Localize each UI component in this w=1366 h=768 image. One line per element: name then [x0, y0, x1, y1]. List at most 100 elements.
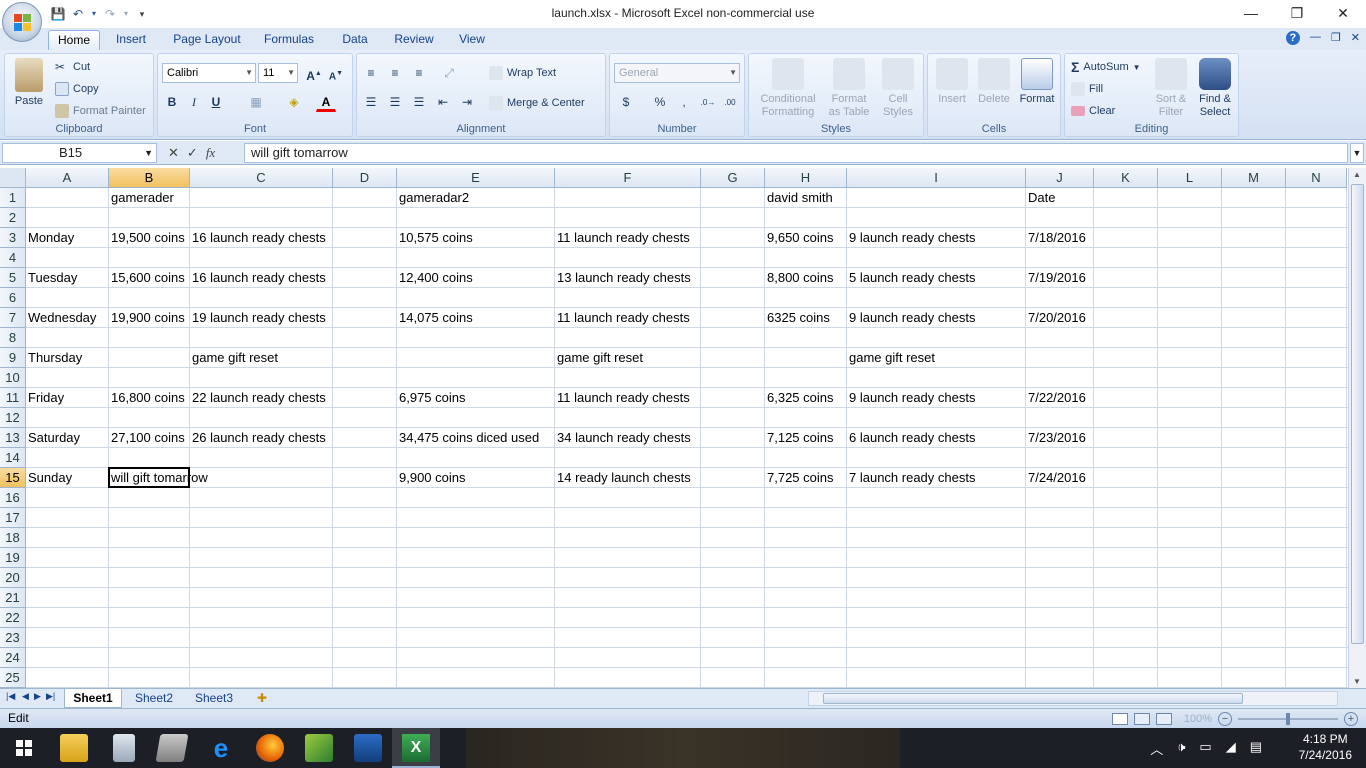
- cell-e1[interactable]: gameradar2: [397, 188, 555, 208]
- cell-c3[interactable]: 16 launch ready chests: [190, 228, 333, 248]
- font-color-icon[interactable]: A: [316, 92, 336, 112]
- cell-j11[interactable]: 7/22/2016: [1026, 388, 1094, 408]
- cell-a11[interactable]: Friday: [26, 388, 109, 408]
- row-header-8[interactable]: 8: [0, 328, 26, 348]
- orientation-icon[interactable]: ⤢: [439, 63, 459, 83]
- cell-f13[interactable]: 34 launch ready chests: [555, 428, 701, 448]
- row-header-11[interactable]: 11: [0, 388, 26, 408]
- cell-b1[interactable]: gamerader: [109, 188, 190, 208]
- row-header-3[interactable]: 3: [0, 228, 26, 248]
- network-icon[interactable]: ◢: [1226, 739, 1236, 758]
- decrease-decimal-icon[interactable]: .00: [720, 92, 740, 112]
- horizontal-scroll-thumb[interactable]: [823, 693, 1243, 704]
- wrap-text-button[interactable]: Wrap Text: [489, 64, 556, 82]
- cell-styles-button[interactable]: Cell Styles: [875, 58, 921, 119]
- office-button[interactable]: [2, 2, 42, 42]
- cell-e7[interactable]: 14,075 coins: [397, 308, 555, 328]
- cell-c5[interactable]: 16 launch ready chests: [190, 268, 333, 288]
- cell-h11[interactable]: 6,325 coins: [765, 388, 847, 408]
- zoom-out-icon[interactable]: −: [1218, 712, 1232, 726]
- cell-e3[interactable]: 10,575 coins: [397, 228, 555, 248]
- decrease-indent-icon[interactable]: ⇤: [433, 92, 453, 112]
- task-manager-icon[interactable]: [354, 734, 382, 762]
- cell-j15[interactable]: 7/24/2016: [1026, 468, 1094, 488]
- ribbon-minimize-icon[interactable]: —: [1310, 31, 1321, 45]
- format-as-table-button[interactable]: Format as Table: [823, 58, 875, 119]
- cell-a5[interactable]: Tuesday: [26, 268, 109, 288]
- row-header-15[interactable]: 15: [0, 468, 26, 488]
- align-center-icon[interactable]: ☰: [385, 92, 405, 112]
- column-header-m[interactable]: M: [1222, 168, 1286, 188]
- expand-formula-bar-icon[interactable]: ▼: [1350, 143, 1364, 163]
- cell-c11[interactable]: 22 launch ready chests: [190, 388, 333, 408]
- cell-a13[interactable]: Saturday: [26, 428, 109, 448]
- close-button[interactable]: ✕: [1320, 0, 1366, 28]
- underline-button[interactable]: U: [206, 92, 226, 112]
- cell-b15[interactable]: will gift tomarrow: [109, 468, 208, 488]
- restore-button[interactable]: ❐: [1274, 0, 1320, 28]
- cell-j1[interactable]: Date: [1026, 188, 1094, 208]
- row-header-18[interactable]: 18: [0, 528, 26, 548]
- column-header-a[interactable]: A: [26, 168, 109, 188]
- number-format-box[interactable]: General ▼: [614, 63, 740, 83]
- column-header-j[interactable]: J: [1026, 168, 1094, 188]
- insert-function-button[interactable]: fx: [206, 145, 215, 161]
- row-header-12[interactable]: 12: [0, 408, 26, 428]
- merge-center-button[interactable]: Merge & Center: [489, 94, 585, 112]
- row-header-23[interactable]: 23: [0, 628, 26, 648]
- action-center-icon[interactable]: ▤: [1250, 739, 1262, 758]
- ribbon-restore-icon[interactable]: ❐: [1331, 31, 1341, 45]
- tab-data[interactable]: Data: [334, 30, 376, 50]
- tab-formulas[interactable]: Formulas: [258, 30, 320, 50]
- column-header-f[interactable]: F: [555, 168, 701, 188]
- cell-a15[interactable]: Sunday: [26, 468, 109, 488]
- row-header-5[interactable]: 5: [0, 268, 26, 288]
- sort-filter-button[interactable]: Sort & Filter: [1149, 58, 1193, 119]
- cell-b13[interactable]: 27,100 coins: [109, 428, 190, 448]
- cell-c13[interactable]: 26 launch ready chests: [190, 428, 333, 448]
- name-box[interactable]: B15 ▼: [2, 143, 157, 163]
- notepad-icon[interactable]: [155, 734, 189, 762]
- format-button[interactable]: Format: [1014, 58, 1060, 106]
- horizontal-scrollbar[interactable]: [808, 691, 1338, 706]
- enter-entry-icon[interactable]: ✓: [187, 145, 198, 161]
- row-header-13[interactable]: 13: [0, 428, 26, 448]
- start-button[interactable]: [0, 728, 48, 768]
- cell-h3[interactable]: 9,650 coins: [765, 228, 847, 248]
- row-header-20[interactable]: 20: [0, 568, 26, 588]
- autosum-button[interactable]: Σ AutoSum ▼: [1071, 58, 1141, 76]
- cell-a7[interactable]: Wednesday: [26, 308, 109, 328]
- borders-icon[interactable]: ▦: [246, 92, 266, 112]
- zoom-slider-thumb[interactable]: [1286, 713, 1290, 725]
- zoom-in-icon[interactable]: +: [1344, 712, 1358, 726]
- zoom-level[interactable]: 100%: [1184, 710, 1212, 728]
- ribbon-close-icon[interactable]: ✕: [1351, 31, 1360, 45]
- cell-j13[interactable]: 7/23/2016: [1026, 428, 1094, 448]
- row-header-21[interactable]: 21: [0, 588, 26, 608]
- fill-color-icon[interactable]: ◈: [284, 92, 304, 112]
- cell-a3[interactable]: Monday: [26, 228, 109, 248]
- row-header-19[interactable]: 19: [0, 548, 26, 568]
- scroll-down-icon[interactable]: ▼: [1353, 677, 1361, 686]
- cell-e11[interactable]: 6,975 coins: [397, 388, 555, 408]
- cell-i3[interactable]: 9 launch ready chests: [847, 228, 1026, 248]
- italic-button[interactable]: I: [184, 92, 204, 112]
- align-left-icon[interactable]: ☰: [361, 92, 381, 112]
- cell-e15[interactable]: 9,900 coins: [397, 468, 555, 488]
- cell-j3[interactable]: 7/18/2016: [1026, 228, 1094, 248]
- cell-j5[interactable]: 7/19/2016: [1026, 268, 1094, 288]
- row-header-17[interactable]: 17: [0, 508, 26, 528]
- cell-h7[interactable]: 6325 coins: [765, 308, 847, 328]
- cell-h15[interactable]: 7,725 coins: [765, 468, 847, 488]
- cell-f15[interactable]: 14 ready launch chests: [555, 468, 701, 488]
- cut-button[interactable]: ✂ Cut: [55, 58, 90, 76]
- row-header-25[interactable]: 25: [0, 668, 26, 688]
- formula-input[interactable]: will gift tomarrow: [244, 143, 1348, 163]
- cell-c7[interactable]: 19 launch ready chests: [190, 308, 333, 328]
- cell-i11[interactable]: 9 launch ready chests: [847, 388, 1026, 408]
- cell-h1[interactable]: david smith: [765, 188, 847, 208]
- conditional-formatting-button[interactable]: Conditional Formatting: [753, 58, 823, 119]
- row-header-14[interactable]: 14: [0, 448, 26, 468]
- cell-f5[interactable]: 13 launch ready chests: [555, 268, 701, 288]
- cell-j7[interactable]: 7/20/2016: [1026, 308, 1094, 328]
